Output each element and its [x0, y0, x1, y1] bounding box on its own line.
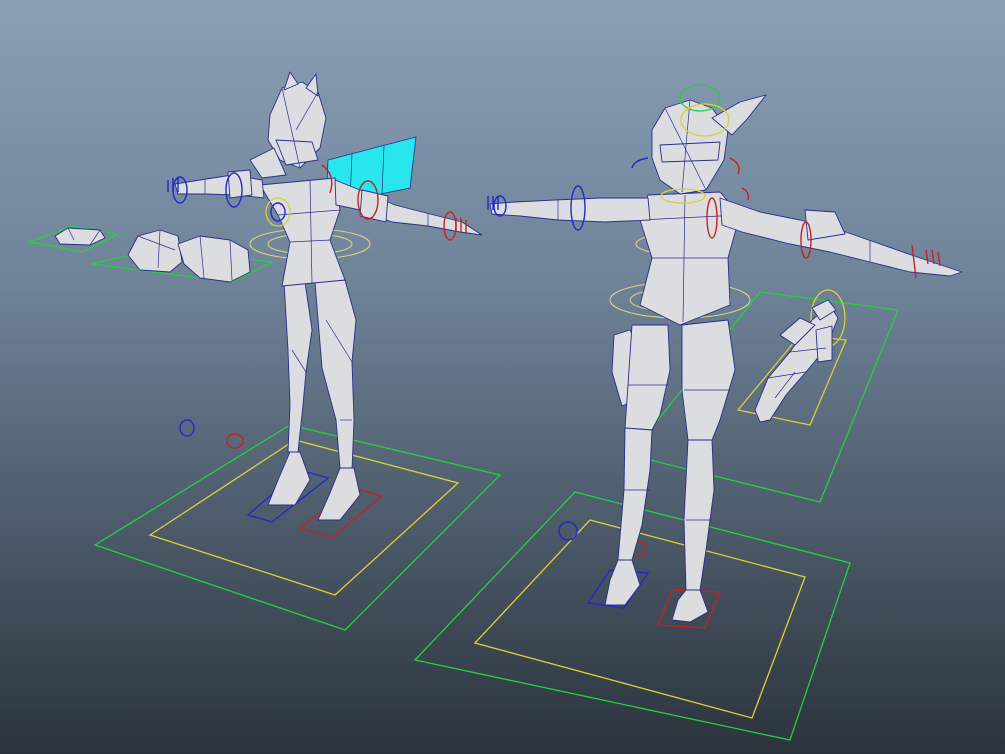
left-character-head[interactable] [249, 71, 327, 179]
scene-canvas[interactable] [0, 0, 1005, 754]
right-ear-r-control[interactable] [631, 157, 649, 169]
gauntlet-prop-group[interactable] [27, 225, 275, 283]
gauntlet-small-mesh[interactable] [54, 227, 106, 246]
right-pole-vector-right[interactable] [558, 521, 578, 541]
right-clav-l-control[interactable] [741, 187, 750, 201]
right-character[interactable] [487, 84, 963, 623]
left-character[interactable] [167, 71, 483, 521]
rifle-mesh[interactable] [754, 299, 839, 423]
right-ear-l-control[interactable] [729, 157, 740, 175]
rifle-prop-group[interactable] [628, 289, 899, 503]
right-root-yellow-control[interactable] [473, 519, 806, 719]
maya-perspective-viewport[interactable] [0, 0, 1005, 754]
left-character-legs[interactable] [267, 279, 361, 521]
left-pole-vector-left[interactable] [226, 433, 244, 449]
left-pole-vector-right[interactable] [179, 419, 195, 437]
gauntlet-large-mesh[interactable] [127, 229, 251, 283]
